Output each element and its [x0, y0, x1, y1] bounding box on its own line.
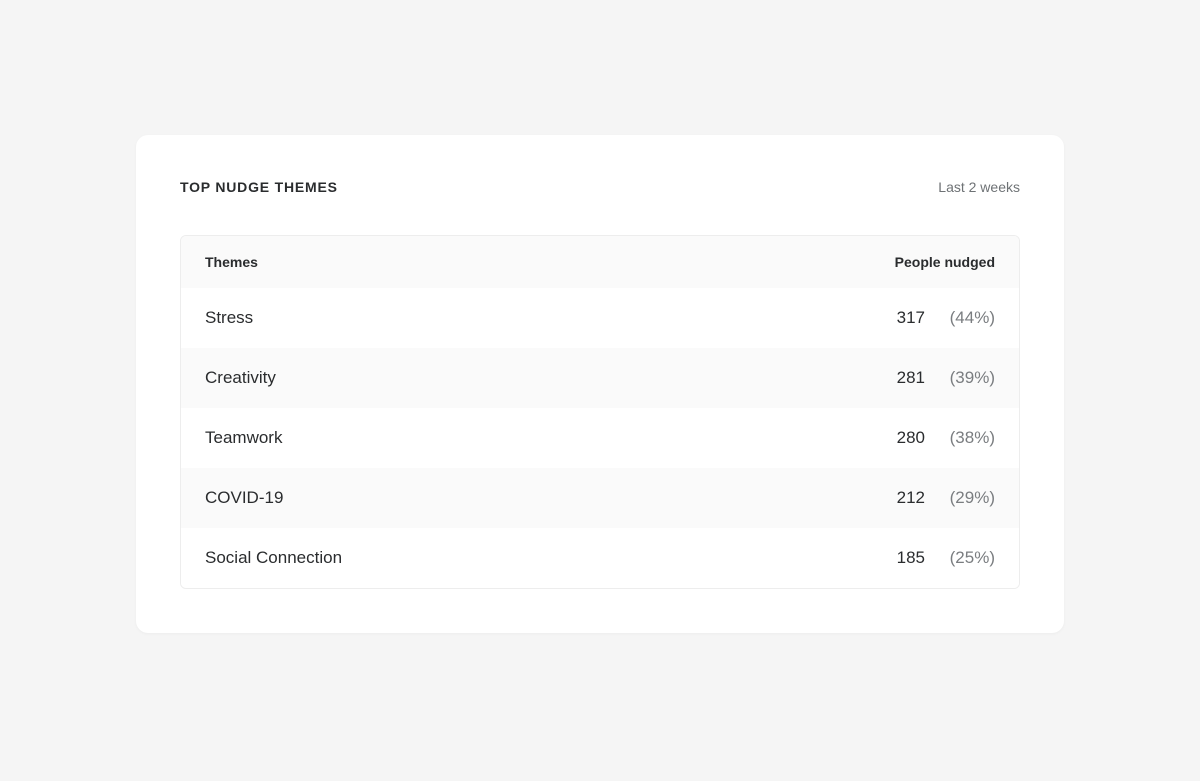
card-subtitle: Last 2 weeks: [938, 179, 1020, 195]
table-row: Stress 317 (44%): [181, 288, 1019, 348]
people-percent: (39%): [925, 368, 995, 388]
people-count: 317: [875, 308, 925, 328]
people-percent: (44%): [925, 308, 995, 328]
people-count: 212: [875, 488, 925, 508]
theme-name: Creativity: [205, 368, 875, 388]
table-header-row: Themes People nudged: [181, 236, 1019, 288]
theme-name: Stress: [205, 308, 875, 328]
people-percent: (38%): [925, 428, 995, 448]
top-nudge-themes-card: TOP NUDGE THEMES Last 2 weeks Themes Peo…: [136, 135, 1064, 633]
table-row: Social Connection 185 (25%): [181, 528, 1019, 588]
people-count: 185: [875, 548, 925, 568]
themes-table: Themes People nudged Stress 317 (44%) Cr…: [180, 235, 1020, 589]
theme-name: Social Connection: [205, 548, 875, 568]
table-row: COVID-19 212 (29%): [181, 468, 1019, 528]
theme-name: COVID-19: [205, 488, 875, 508]
card-title: TOP NUDGE THEMES: [180, 179, 338, 195]
theme-name: Teamwork: [205, 428, 875, 448]
themes-column-header: Themes: [205, 254, 895, 270]
people-nudged-column-header: People nudged: [895, 254, 995, 270]
people-count: 280: [875, 428, 925, 448]
card-header: TOP NUDGE THEMES Last 2 weeks: [180, 179, 1020, 195]
people-percent: (25%): [925, 548, 995, 568]
people-percent: (29%): [925, 488, 995, 508]
table-row: Teamwork 280 (38%): [181, 408, 1019, 468]
people-count: 281: [875, 368, 925, 388]
table-row: Creativity 281 (39%): [181, 348, 1019, 408]
